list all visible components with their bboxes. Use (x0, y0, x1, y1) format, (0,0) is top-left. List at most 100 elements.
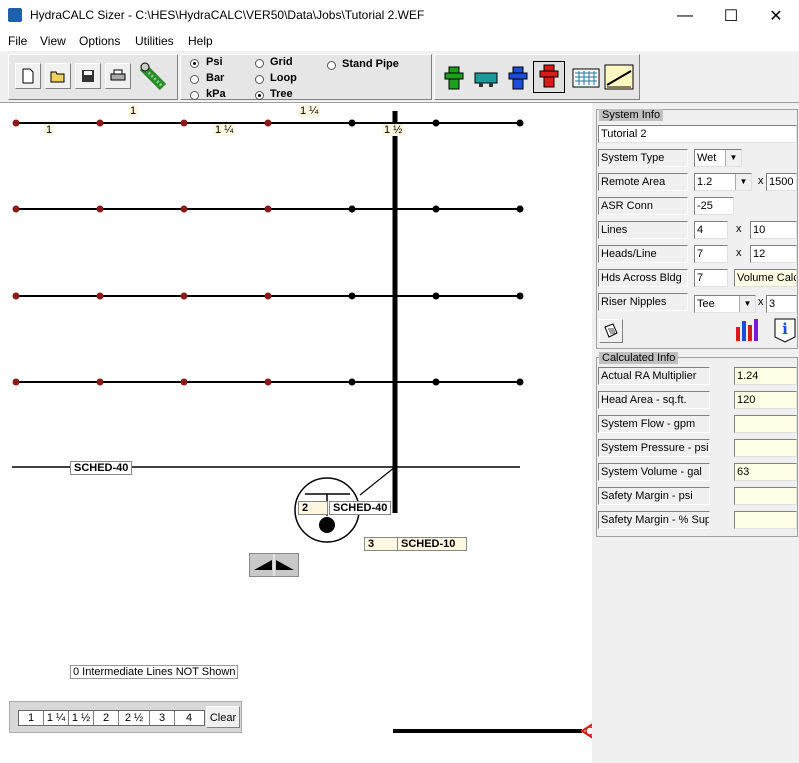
pipe-network-drawing (12, 111, 592, 739)
lines-field[interactable]: 4 (694, 221, 728, 239)
calc-value (734, 439, 797, 457)
radio-psi[interactable] (190, 59, 199, 68)
radio-bar[interactable] (190, 75, 199, 84)
pump-button[interactable] (471, 63, 501, 93)
remote-area-select[interactable]: 1.2 ▼ (694, 173, 752, 191)
radio-tree[interactable] (255, 91, 264, 100)
sprinkler-head[interactable] (348, 205, 356, 213)
sprinkler-head[interactable] (432, 119, 440, 127)
heads-spacing-field[interactable]: 12 (750, 245, 797, 263)
info-icon: i (774, 318, 796, 343)
sprinkler-head[interactable] (12, 119, 20, 127)
minimize-button[interactable]: — (662, 0, 708, 31)
sprinkler-head[interactable] (264, 205, 272, 213)
report-chart-button[interactable] (734, 317, 760, 343)
menu-file[interactable]: File (8, 34, 27, 48)
size-1-5-button[interactable]: 1 ½ (69, 711, 94, 725)
riser-size-label: 2 (298, 501, 328, 515)
size-2-button[interactable]: 2 (94, 711, 119, 725)
remote-area-sqft-field[interactable]: 1500 (766, 173, 797, 191)
menu-options[interactable]: Options (79, 34, 120, 48)
size-2-5-button[interactable]: 2 ½ (119, 711, 150, 725)
size-4-button[interactable]: 4 (175, 711, 203, 725)
system-type-select[interactable]: Wet ▼ (694, 149, 742, 167)
sprinkler-head[interactable] (516, 205, 524, 213)
system-type-label: System Type (598, 149, 688, 167)
sprinkler-head[interactable] (96, 378, 104, 386)
calc-value (734, 511, 797, 529)
feed-size-label: 3 (364, 537, 398, 551)
calculated-info-title: Calculated Info (599, 352, 679, 364)
system-info-title: System Info (599, 109, 664, 121)
sprinkler-head[interactable] (432, 205, 440, 213)
new-file-icon (22, 68, 34, 84)
drawing-canvas[interactable]: 1 1 ¼ 1 1 ¼ 1 ½ SCHED-40 2 SCHED-40 3 SC… (0, 103, 592, 763)
sprinkler-head[interactable] (180, 119, 188, 127)
sprinkler-head[interactable] (180, 292, 188, 300)
new-file-button[interactable] (15, 63, 41, 89)
open-file-button[interactable] (45, 63, 71, 89)
job-name-field[interactable]: Tutorial 2 (598, 125, 797, 143)
hds-across-field[interactable]: 7 (694, 269, 728, 287)
calculator-button[interactable] (571, 63, 601, 93)
chart-graph-button[interactable] (603, 61, 635, 93)
menu-utilities[interactable]: Utilities (135, 34, 174, 48)
sprinkler-head[interactable] (264, 119, 272, 127)
calc-value: 1.24 (734, 367, 797, 385)
sprinkler-head[interactable] (516, 292, 524, 300)
print-button[interactable] (105, 63, 131, 89)
sprinkler-head[interactable] (348, 119, 356, 127)
lines-times: x (736, 223, 742, 235)
red-hydrant-button[interactable] (533, 61, 565, 93)
sprinkler-head[interactable] (180, 378, 188, 386)
sprinkler-tool-button[interactable] (137, 59, 171, 93)
lines-spacing-field[interactable]: 10 (750, 221, 797, 239)
info-button[interactable]: i (772, 317, 798, 343)
sprinkler-head[interactable] (12, 292, 20, 300)
menu-help[interactable]: Help (188, 34, 213, 48)
radio-stand-pipe[interactable] (327, 61, 336, 70)
calc-value (734, 487, 797, 505)
size-3-button[interactable]: 3 (150, 711, 175, 725)
calc-label: Head Area - sq.ft. (598, 391, 710, 409)
sprinkler-head[interactable] (96, 205, 104, 213)
blue-hydrant-button[interactable] (503, 63, 533, 93)
sprinkler-head[interactable] (348, 378, 356, 386)
riser-nipples-count-field[interactable]: 3 (766, 295, 797, 313)
radio-loop[interactable] (255, 75, 264, 84)
sprinkler-head[interactable] (264, 292, 272, 300)
sprinkler-head[interactable] (432, 292, 440, 300)
sprinkler-head[interactable] (12, 205, 20, 213)
heads-per-line-field[interactable]: 7 (694, 245, 728, 263)
sprinkler-head[interactable] (96, 119, 104, 127)
radio-kpa[interactable] (190, 91, 199, 100)
close-button[interactable]: ✕ (753, 0, 799, 31)
sprinkler-head[interactable] (348, 292, 356, 300)
menu-bar: File View Options Utilities Help (0, 31, 799, 51)
clear-button[interactable]: Clear (206, 706, 240, 728)
sprinkler-head[interactable] (264, 378, 272, 386)
size-1-button[interactable]: 1 (19, 711, 44, 725)
svg-text:i: i (782, 320, 788, 338)
size-1-25-button[interactable]: 1 ¼ (44, 711, 69, 725)
sprinkler-head[interactable] (96, 292, 104, 300)
sprinkler-head[interactable] (432, 378, 440, 386)
menu-view[interactable]: View (40, 34, 66, 48)
riser-nipples-select[interactable]: Tee ▼ (694, 295, 756, 313)
notes-button[interactable] (599, 319, 623, 343)
sprinkler-head[interactable] (180, 205, 188, 213)
sprinkler-head[interactable] (12, 378, 20, 386)
radio-tree-label: Tree (270, 88, 293, 100)
volume-calc-button[interactable]: Volume Calc (734, 269, 797, 287)
calc-value: 63 (734, 463, 797, 481)
radio-kpa-label: kPa (206, 88, 226, 100)
green-hydrant-button[interactable] (439, 63, 469, 93)
maximize-button[interactable]: ☐ (708, 0, 754, 31)
radio-grid[interactable] (255, 59, 264, 68)
sprinkler-head[interactable] (516, 378, 524, 386)
save-button[interactable] (75, 63, 101, 89)
line-scroll-control (249, 553, 299, 577)
sprinkler-head[interactable] (516, 119, 524, 127)
riser-schedule-label: SCHED-40 (329, 501, 392, 515)
asr-conn-field[interactable]: -25 (694, 197, 734, 215)
